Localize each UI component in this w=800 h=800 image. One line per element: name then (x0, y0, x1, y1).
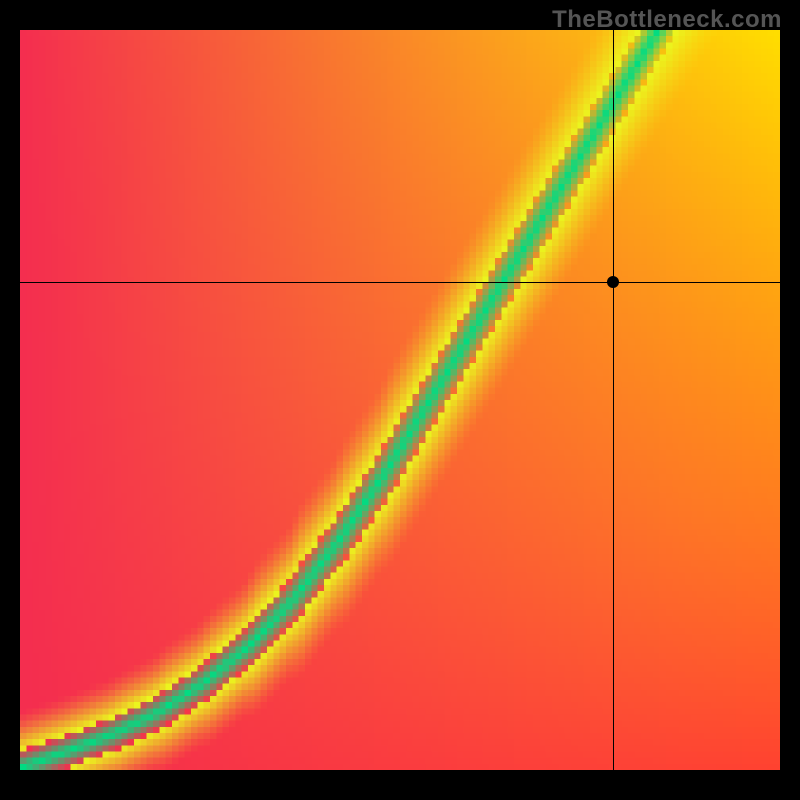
crosshair-vertical (613, 30, 615, 770)
chart-frame: TheBottleneck.com (0, 0, 800, 800)
heatmap-plot (20, 30, 780, 770)
watermark-text: TheBottleneck.com (552, 6, 782, 34)
heatmap-canvas (20, 30, 780, 770)
crosshair-horizontal (20, 282, 780, 284)
crosshair-marker (607, 276, 619, 288)
